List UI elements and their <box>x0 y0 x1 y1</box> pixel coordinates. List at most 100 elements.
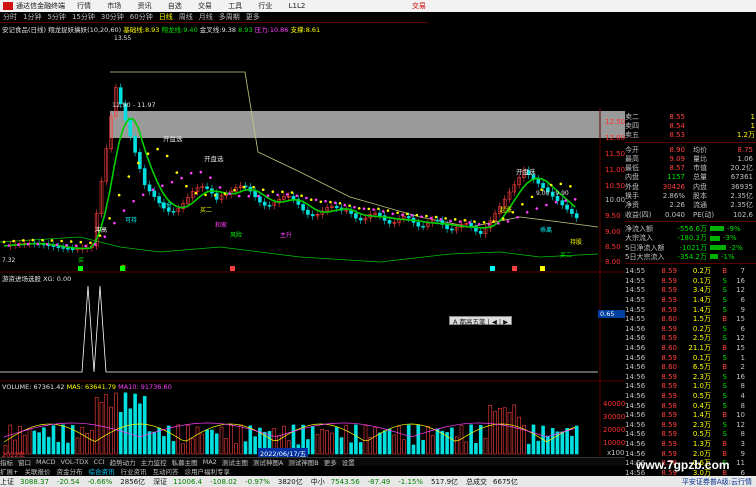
mini-toolbar[interactable]: A 都高五笔 | ◀ | ▶ <box>449 316 513 326</box>
ma-magenta-dot <box>343 203 347 207</box>
indicator-tab[interactable]: 更多 <box>324 458 337 466</box>
candle-body <box>133 135 137 153</box>
index-quote[interactable]: 上证 3088.37 -20.54 -0.66% 2856亿 <box>0 477 149 487</box>
trade-link[interactable]: 交易 <box>412 1 426 11</box>
sub-indicator-caption[interactable]: 游资进场选股 XG: 0.00 <box>2 273 71 283</box>
index-quote[interactable]: 深证 11006.4 -108.02 -0.97% 3820亿 <box>153 477 307 487</box>
menu-item-quotes[interactable]: 行情 <box>77 2 91 10</box>
candle-body <box>416 222 421 227</box>
ma-yellow-dot <box>300 194 303 198</box>
signal-label: 买 <box>78 256 84 264</box>
extension-tab[interactable]: 互动问答 <box>152 466 178 476</box>
candle-body <box>152 190 157 197</box>
extension-tab[interactable]: 关联报价 <box>24 466 50 476</box>
extension-tab[interactable]: 诊用户福利专享 <box>184 466 230 476</box>
candle-body <box>66 247 70 250</box>
menu-item-industry[interactable]: 行业 <box>258 2 272 10</box>
tick-time: 14:55 <box>625 286 646 295</box>
site-watermark: www.7gpzb.com <box>636 458 730 472</box>
y-tick: 10.50 <box>605 182 626 190</box>
indicator-tab[interactable]: 指标 <box>0 458 13 466</box>
tick-side: S <box>722 382 727 391</box>
ma-yellow-dot <box>473 220 476 223</box>
signal-label: 风险 <box>230 231 242 239</box>
ma-yellow-dot <box>50 239 54 242</box>
period-tab[interactable]: 日线 <box>159 12 173 22</box>
indicator-tab[interactable]: 测试神图A <box>253 458 283 466</box>
indicator-tab[interactable]: 主力监控 <box>141 458 167 466</box>
extension-tab[interactable]: 综合资讯 <box>88 466 114 476</box>
period-tab[interactable]: 1分钟 <box>23 12 41 22</box>
indicator-tab[interactable]: CCI <box>94 458 105 466</box>
ma-yellow-dot <box>261 188 265 191</box>
indicator-tab[interactable]: 私募主图 <box>172 458 198 466</box>
menu-item-watchlist[interactable]: 自选 <box>168 2 182 10</box>
ma-yellow-dot <box>405 212 409 216</box>
tick-count: 15 <box>736 344 745 352</box>
ma-magenta-dot <box>468 221 471 224</box>
extension-tab[interactable]: 行业资讯 <box>120 466 146 476</box>
vol-tick: 30000 <box>603 413 626 421</box>
ask-row: 卖二 8.55 1 <box>625 112 756 121</box>
ma-yellow-dot <box>271 190 275 194</box>
period-tab[interactable]: 15分钟 <box>72 12 95 22</box>
indicator-tab[interactable]: 设置 <box>342 458 355 466</box>
period-tab[interactable]: 30分钟 <box>101 12 124 22</box>
tick-count: 6 <box>740 296 745 305</box>
ask-label: 卖五 <box>625 131 639 140</box>
tick-price: 8.60 <box>661 344 677 352</box>
signal-label: 可持 <box>125 216 137 224</box>
indicator-tab[interactable]: 窗口 <box>18 458 31 466</box>
ma-magenta-dot <box>420 215 423 218</box>
volume-bar <box>397 426 401 455</box>
ma-magenta-dot <box>516 215 519 219</box>
period-tab[interactable]: 多周期 <box>219 12 240 22</box>
index-change: -20.54 <box>56 477 80 486</box>
indicator-tab[interactable]: 趋势动力 <box>110 458 136 466</box>
volume-bar <box>75 437 80 455</box>
ma-magenta-dot <box>564 199 567 202</box>
period-tab[interactable]: 分时 <box>3 12 17 22</box>
y-tick: 8.00 <box>605 258 621 266</box>
period-tab[interactable]: 60分钟 <box>130 12 153 22</box>
volume-bar <box>373 427 377 455</box>
ma-magenta-dot <box>170 180 174 184</box>
menu-item-trade[interactable]: 交易 <box>198 2 212 10</box>
extension-tab[interactable]: 资金分布 <box>56 466 82 476</box>
ma-magenta-dot <box>401 213 404 217</box>
ma-magenta-dot <box>103 235 107 239</box>
indicator-tab[interactable]: MACD <box>36 458 55 466</box>
indicator-tab[interactable]: MA2 <box>203 458 217 466</box>
indicator-tab[interactable]: VOL-TDX <box>60 458 88 466</box>
menu-item-market[interactable]: 市场 <box>107 2 121 10</box>
tick-count: 12 <box>736 334 745 343</box>
extension-tab[interactable]: 扩展+ <box>0 466 18 476</box>
indicator-tab[interactable]: 测试主图 <box>222 458 248 466</box>
kline-chart-area[interactable]: 买卖加仓买二风险主升起涨乖离持股冲高可持和家买二 <box>0 32 625 457</box>
volume-bar <box>320 428 325 455</box>
menu-item-tools[interactable]: 工具 <box>228 2 242 10</box>
period-tab[interactable]: 5分钟 <box>47 12 65 22</box>
indicator-tab[interactable]: 测试神图B <box>288 458 318 466</box>
ma-yellow-dot <box>108 217 111 220</box>
ma-magenta-dot <box>132 199 135 203</box>
index-quote[interactable]: 总成交 6675亿 <box>466 477 522 487</box>
candle-body <box>301 204 305 211</box>
ma-yellow-dot <box>559 182 563 186</box>
index-quote[interactable]: 中小 7543.56 -87.49 -1.15% 517.9亿 <box>311 477 462 487</box>
tick-time: 14:56 <box>625 344 646 352</box>
menu-item-l1l2[interactable]: L1L2 <box>289 2 306 10</box>
signal-marker <box>540 266 545 271</box>
volume-value: VOLUME: 67361.42 <box>2 383 65 391</box>
ma-magenta-dot <box>247 194 251 198</box>
ma-yellow-dot <box>156 147 159 151</box>
volume-caption: VOLUME: 67361.42 MA5: 63641.79 MA10: 917… <box>2 383 172 391</box>
period-tab[interactable]: 周线 <box>179 12 193 22</box>
tick-row: 14:56 8.59 0.5万 S 4 <box>625 391 756 401</box>
menu-item-news[interactable]: 资讯 <box>137 2 151 10</box>
ma-yellow-dot <box>501 217 505 220</box>
period-tab[interactable]: 月线 <box>199 12 213 22</box>
candle-body <box>450 228 454 231</box>
period-tab[interactable]: 更多 <box>246 12 260 22</box>
vol-tick: 10000 <box>603 439 626 447</box>
